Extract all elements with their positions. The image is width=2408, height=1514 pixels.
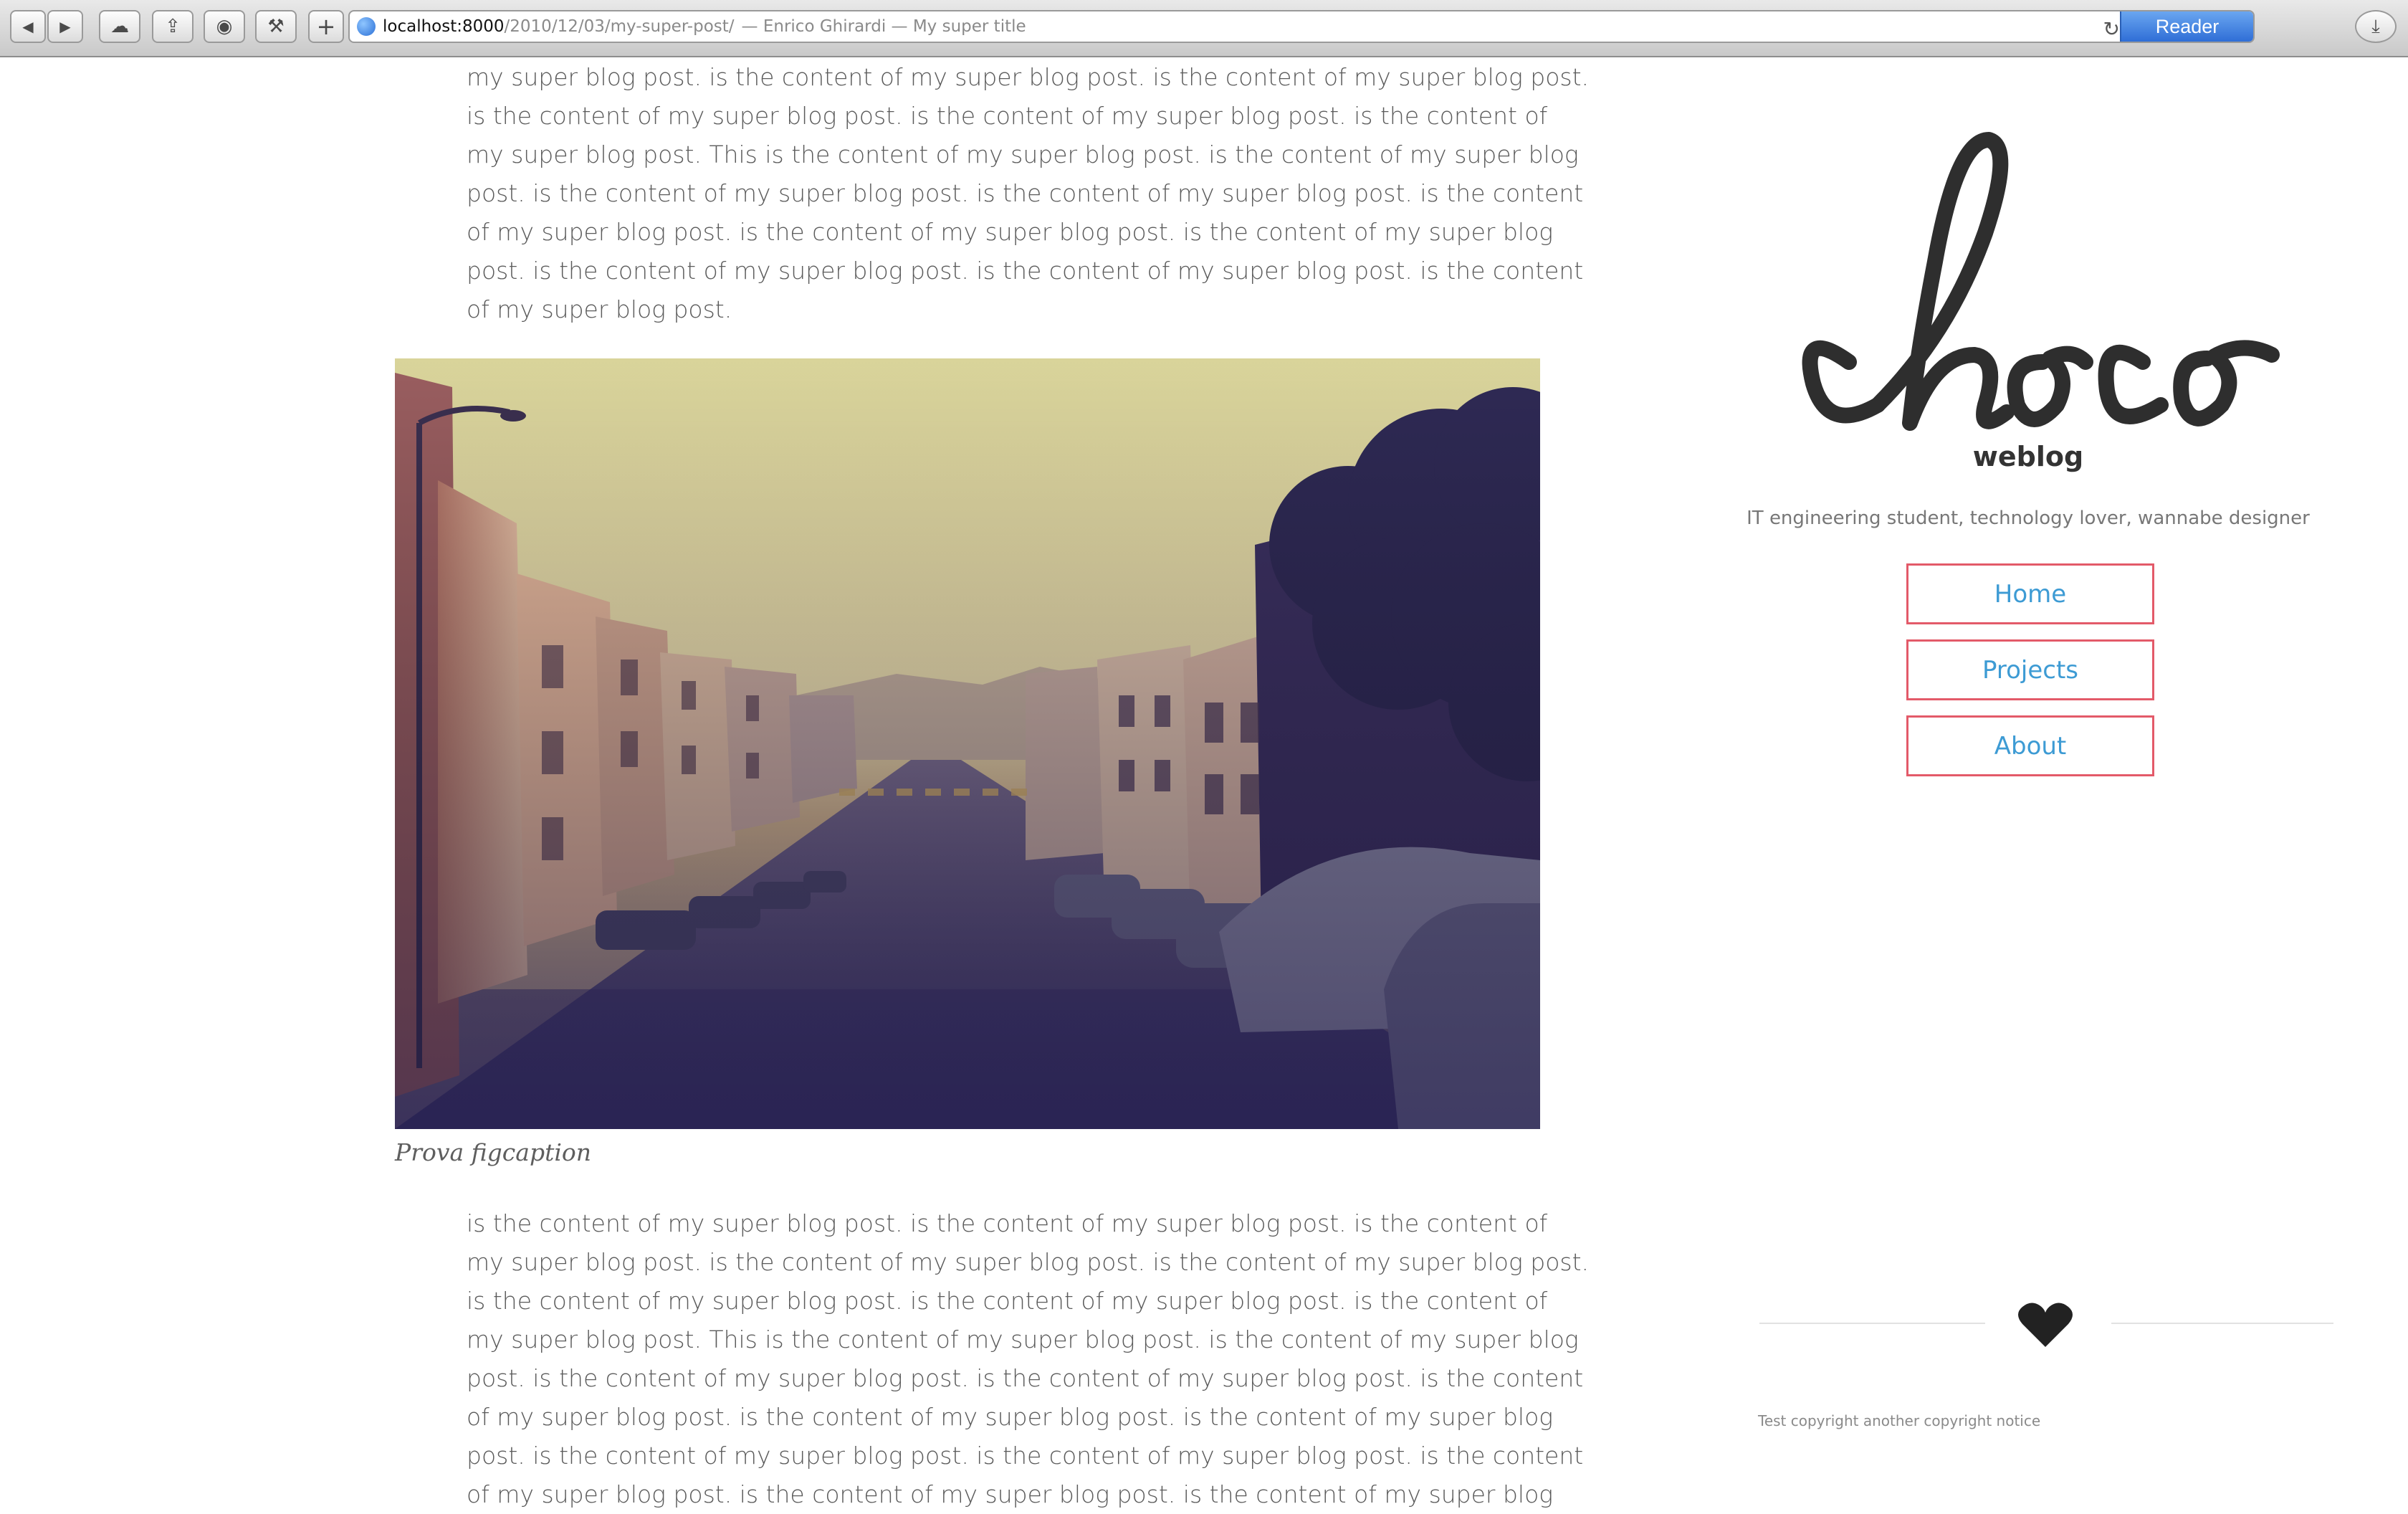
paragraph-line: post. is the content of my super blog po… — [467, 257, 1584, 285]
copyright-notice: Test copyright another copyright notice — [1758, 1412, 2041, 1429]
url-path: /2010/12/03/my-super-post/ — [504, 17, 735, 36]
back-button[interactable]: ◀ — [10, 10, 46, 43]
browser-toolbar: ◀ ▶ ☁ ⇪ ◉ ⚒ + localhost:8000 /2010/12/03… — [0, 0, 2408, 57]
paragraph-line: my super blog post. This is the content … — [467, 1325, 1579, 1353]
share-icon: ⇪ — [165, 16, 181, 37]
reader-button[interactable]: Reader — [2120, 11, 2253, 42]
paragraph-line: is the content of my super blog post. is… — [467, 102, 1548, 130]
paragraph-line: is the content of my super blog post. is… — [467, 1209, 1548, 1237]
site-subtitle: weblog — [1972, 441, 2084, 472]
paragraph-line: of my super blog post. is the content of… — [467, 218, 1554, 246]
paragraph-line: of my super blog post. is the content of… — [467, 1403, 1554, 1431]
downloads-button[interactable]: ⤓ — [2355, 10, 2397, 43]
tools-icon: ⚒ — [267, 16, 285, 37]
forward-button[interactable]: ▶ — [47, 10, 83, 43]
download-icon: ⤓ — [2371, 15, 2380, 37]
figcaption: Prova figcaption — [395, 1138, 592, 1166]
paragraph-line: is the content of my super blog post. is… — [467, 1287, 1548, 1315]
heart-icon — [2018, 1301, 2073, 1348]
url-host: localhost:8000 — [383, 17, 505, 36]
article-paragraph-bottom: is the content of my super blog post. is… — [467, 1204, 1590, 1514]
nav-about-button[interactable]: About — [1906, 715, 2154, 776]
nav-home-button[interactable]: Home — [1906, 563, 2154, 624]
site-tagline: IT engineering student, technology lover… — [1747, 508, 2310, 529]
nav-projects-button[interactable]: Projects — [1906, 639, 2154, 700]
paragraph-line: my super blog post. is the content of my… — [467, 63, 1590, 91]
paragraph-line: post. is the content of my super blog po… — [467, 1442, 1584, 1470]
reload-icon[interactable]: ↻ — [2103, 17, 2120, 41]
paragraph-line: post. is the content of my super blog po… — [467, 179, 1584, 207]
add-tab-icon: + — [316, 13, 336, 40]
footer-divider-right — [2111, 1323, 2333, 1324]
globe-icon — [357, 17, 376, 36]
paragraph-line: my super blog post. This is the content … — [467, 141, 1579, 168]
add-tab-button[interactable]: + — [308, 10, 344, 43]
page-title: — Enrico Ghirardi — My super title — [741, 17, 1026, 36]
address-bar[interactable]: localhost:8000 /2010/12/03/my-super-post… — [348, 10, 2255, 43]
back-icon: ◀ — [22, 18, 34, 35]
paragraph-line: of my super blog post. is the content of… — [467, 1480, 1554, 1508]
icloud-button[interactable]: ☁ — [99, 10, 140, 43]
footer-divider-left — [1759, 1323, 1985, 1324]
icloud-icon: ☁ — [110, 16, 129, 37]
privacy-icon: ◉ — [216, 16, 233, 37]
privacy-button[interactable]: ◉ — [204, 10, 245, 43]
forward-icon: ▶ — [59, 18, 71, 35]
choco-logo[interactable] — [1770, 118, 2286, 441]
street-photo — [395, 358, 1540, 1129]
paragraph-line: of my super blog post. — [467, 295, 732, 323]
tools-button[interactable]: ⚒ — [255, 10, 297, 43]
article-paragraph-top: my super blog post. is the content of my… — [467, 58, 1590, 329]
share-button[interactable]: ⇪ — [152, 10, 194, 43]
paragraph-line: post. is the content of my super blog po… — [467, 1364, 1584, 1392]
paragraph-line: my super blog post. is the content of my… — [467, 1248, 1590, 1276]
